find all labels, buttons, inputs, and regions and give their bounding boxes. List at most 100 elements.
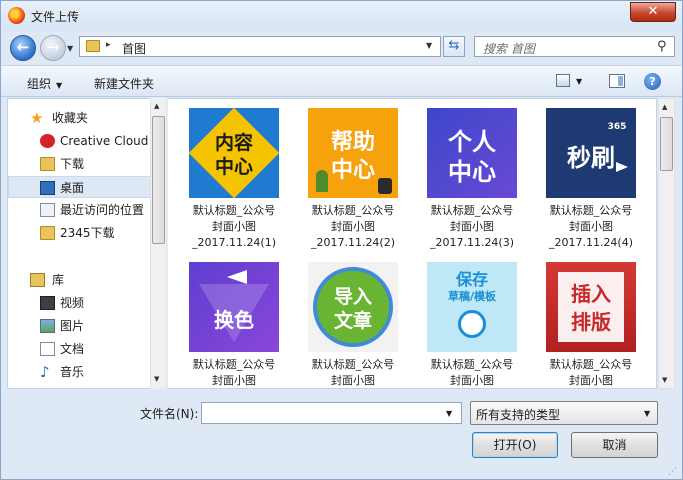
navigation-pane: ★ 收藏夹 Creative Cloud 下载 桌面 最近访问的位置 2345下… (7, 98, 166, 389)
folder-icon (40, 226, 55, 240)
nav-item-videos[interactable]: 视频 (8, 292, 151, 314)
scrollbar-thumb[interactable] (152, 116, 165, 244)
file-name-line: 封面小图 (450, 220, 494, 233)
open-button[interactable]: 打开(O) (472, 432, 558, 458)
file-list-scrollbar[interactable]: ▲ ▼ (658, 98, 675, 389)
file-name-line: 封面小图 (212, 374, 256, 387)
paper-plane-icon (616, 162, 628, 172)
search-input[interactable]: 搜索 首图 ⚲ (474, 36, 675, 57)
nav-item-label: 2345下载 (60, 226, 115, 240)
resize-grip-icon[interactable]: ⋰ (668, 467, 677, 477)
command-toolbar: 组织 ▼ 新建文件夹 ▼ ? (1, 65, 682, 97)
nav-scrollbar[interactable]: ▲ ▼ (150, 98, 166, 389)
help-icon[interactable]: ? (644, 73, 661, 90)
plant-icon (316, 170, 328, 192)
paper-plane-icon (227, 270, 247, 284)
file-type-select[interactable]: 所有支持的类型 ▼ (470, 401, 658, 425)
file-name-line: 默认标题_公众号 (192, 358, 276, 371)
file-thumbnail: 插入 排版 (546, 262, 636, 352)
address-bar[interactable]: ▸ 首图 ▼ (79, 36, 441, 57)
file-name-line: _2017.11.24(3) (429, 236, 515, 249)
nav-item-recent-places[interactable]: 最近访问的位置 (8, 199, 151, 221)
filename-input[interactable]: ▼ (201, 402, 462, 424)
chevron-down-icon: ▼ (56, 81, 63, 90)
nav-item-2345-downloads[interactable]: 2345下载 (8, 222, 151, 244)
nav-item-label: 视频 (60, 296, 85, 310)
thumbnail-text: 草稿/模板 (447, 290, 497, 303)
chevron-down-icon[interactable]: ▼ (446, 409, 452, 418)
scroll-down-icon[interactable]: ▼ (154, 375, 159, 383)
file-name-line: 默认标题_公众号 (549, 358, 633, 371)
refresh-button[interactable]: ⇆ (443, 36, 465, 57)
file-name-line: 封面小图 (569, 220, 613, 233)
thumbnail-text: 中心 (214, 156, 253, 178)
nav-item-label: 音乐 (60, 365, 85, 379)
video-icon (40, 296, 55, 310)
views-dropdown-icon[interactable]: ▼ (576, 77, 582, 86)
filename-label: 文件名(N): (140, 407, 199, 421)
recent-pages-dropdown[interactable]: ▼ (67, 44, 73, 53)
search-icon[interactable]: ⚲ (657, 39, 667, 54)
file-name: 默认标题_公众号 封面小图 (303, 357, 403, 388)
file-type-value: 所有支持的类型 (476, 408, 561, 422)
file-name-line: 默认标题_公众号 (430, 204, 514, 217)
breadcrumb-separator[interactable]: ▸ (106, 40, 111, 50)
nav-item-downloads[interactable]: 下载 (8, 153, 151, 175)
scroll-up-icon[interactable]: ▲ (662, 103, 667, 111)
nav-item-documents[interactable]: 文档 (8, 338, 151, 360)
nav-item-label: 图片 (60, 319, 85, 333)
pictures-icon (40, 319, 55, 333)
thumbnail-text: 365 (607, 122, 627, 132)
thumbnail-text: 内容 (214, 132, 253, 154)
preview-pane-icon[interactable] (609, 74, 625, 88)
nav-item-label: 最近访问的位置 (60, 203, 145, 217)
file-thumbnail: 内容 中心 (189, 108, 279, 198)
downloads-folder-icon (40, 157, 55, 171)
file-name: 默认标题_公众号 封面小图 _2017.11.24(1) (184, 203, 284, 251)
close-button[interactable]: ✕ (630, 2, 676, 22)
nav-item-label: 桌面 (60, 181, 85, 195)
organize-menu[interactable]: 组织 ▼ (27, 75, 62, 92)
file-upload-dialog: 文件上传 ✕ ← → ▼ ▸ 首图 ▼ ⇆ 搜索 首图 ⚲ 组织 ▼ 新建文件夹 … (0, 0, 683, 480)
firefox-icon (8, 7, 25, 24)
nav-item-label: Creative Cloud (60, 134, 149, 148)
file-name-line: 封面小图 (569, 374, 613, 387)
nav-item-label: 收藏夹 (52, 111, 89, 125)
thumbnail-text: 文章 (333, 310, 372, 332)
file-name-line: _2017.11.24(4) (548, 236, 634, 249)
file-name-line: 封面小图 (450, 374, 494, 387)
chevron-down-icon[interactable]: ▼ (426, 41, 432, 50)
documents-icon (40, 342, 55, 356)
nav-item-music[interactable]: ♪ 音乐 (8, 361, 151, 383)
folder-icon (86, 40, 100, 52)
nav-item-favorites[interactable]: ★ 收藏夹 (8, 107, 151, 129)
file-name-line: 默认标题_公众号 (311, 358, 395, 371)
nav-item-label: 下载 (60, 157, 85, 171)
file-thumbnail: 保存 草稿/模板 (427, 262, 517, 352)
desktop-icon (40, 181, 55, 195)
chevron-down-icon: ▼ (644, 409, 651, 418)
nav-item-creative-cloud[interactable]: Creative Cloud (8, 130, 151, 152)
creative-cloud-icon (40, 134, 55, 148)
file-thumbnail: 个人 中心 (427, 108, 517, 198)
back-button[interactable]: ← (10, 35, 36, 61)
nav-item-pictures[interactable]: 图片 (8, 315, 151, 337)
scrollbar-thumb[interactable] (660, 117, 673, 171)
nav-item-desktop[interactable]: 桌面 (8, 176, 151, 198)
forward-button[interactable]: → (40, 35, 66, 61)
breadcrumb-current[interactable]: 首图 (122, 40, 146, 57)
thumbnail-text: 插入 (571, 282, 611, 306)
file-name-line: _2017.11.24(1) (191, 236, 277, 249)
library-icon (30, 273, 45, 287)
title-bar[interactable]: 文件上传 ✕ (1, 1, 682, 31)
new-folder-button[interactable]: 新建文件夹 (94, 75, 154, 92)
cancel-button[interactable]: 取消 (571, 432, 658, 458)
file-name: 默认标题_公众号 封面小图 _2017.11.24(4) (541, 203, 641, 251)
change-view-icon[interactable] (556, 74, 570, 87)
scroll-down-icon[interactable]: ▼ (662, 376, 667, 384)
nav-item-libraries[interactable]: 库 (8, 269, 151, 291)
clock-icon (458, 310, 486, 338)
file-name-line: 封面小图 (212, 220, 256, 233)
scroll-up-icon[interactable]: ▲ (154, 102, 159, 110)
file-name: 默认标题_公众号 封面小图 _2017.11.24(3) (422, 203, 522, 251)
